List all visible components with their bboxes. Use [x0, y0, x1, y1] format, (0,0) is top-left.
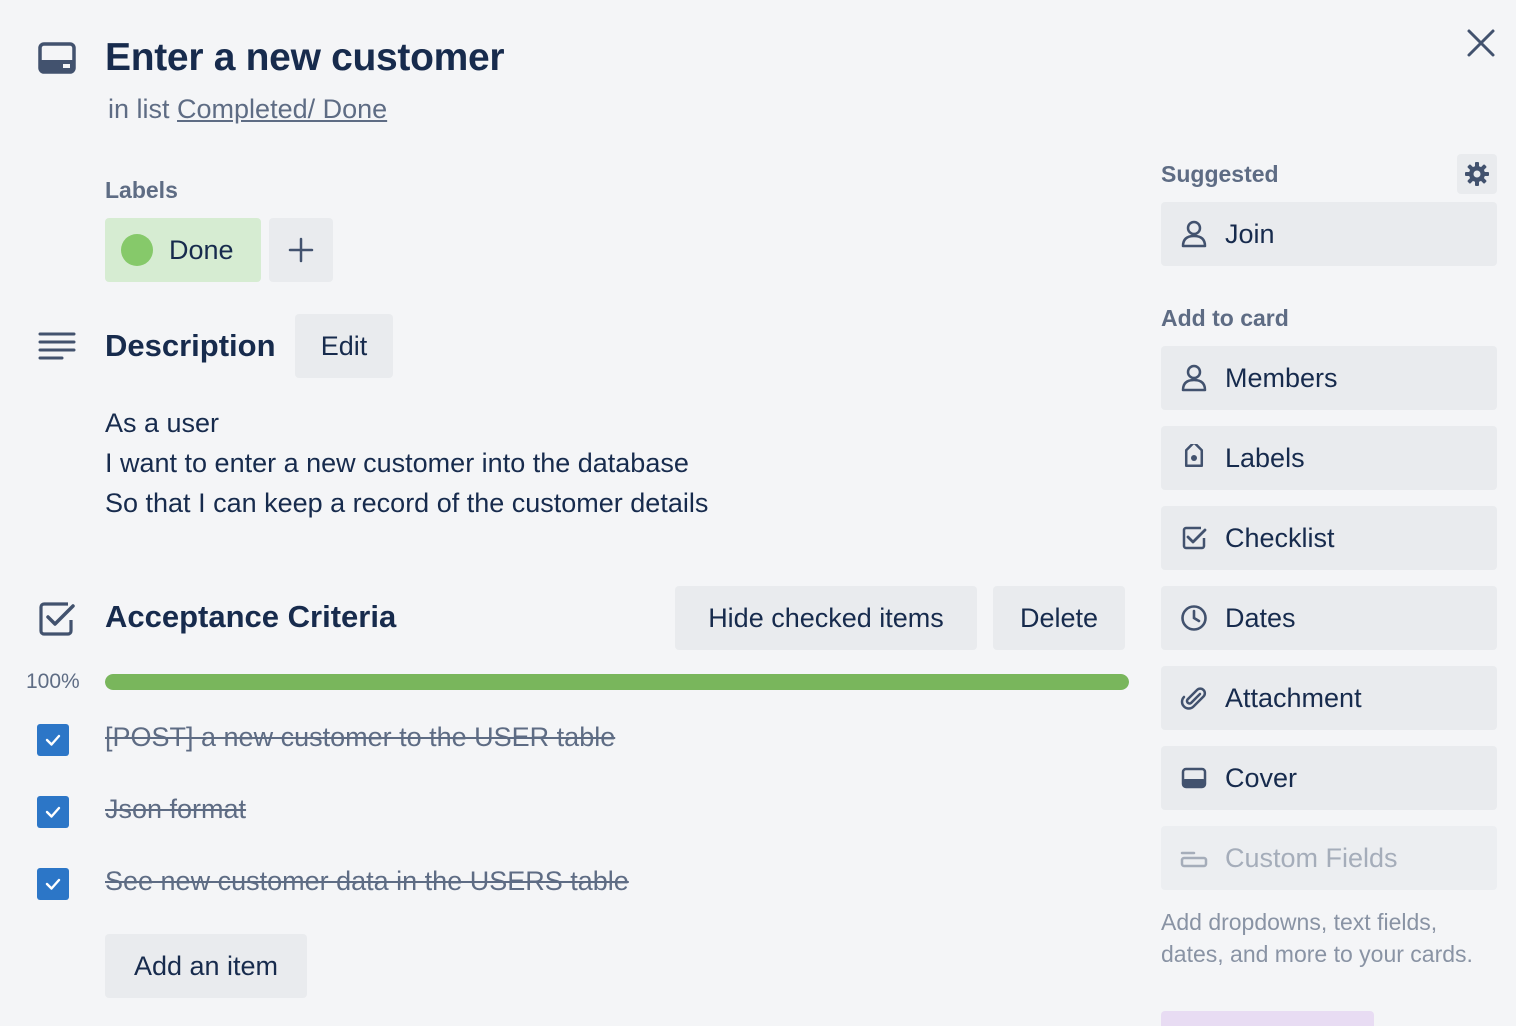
progress-percent: 100% — [26, 670, 80, 693]
dates-label: Dates — [1225, 602, 1296, 633]
label-color-dot — [121, 234, 153, 266]
suggested-settings-button[interactable] — [1457, 154, 1497, 194]
checklist-item-checkbox[interactable] — [37, 724, 69, 756]
progress-fill — [105, 674, 1129, 690]
checkmark-icon — [43, 730, 63, 750]
person-icon — [1179, 363, 1209, 393]
checklist-button[interactable]: Checklist — [1161, 506, 1497, 570]
clock-icon — [1179, 603, 1209, 633]
delete-checklist-button[interactable]: Delete — [993, 586, 1125, 650]
custom-fields-button[interactable]: Custom Fields — [1161, 826, 1497, 890]
edit-description-button[interactable]: Edit — [295, 314, 393, 378]
paperclip-icon — [1179, 683, 1209, 713]
card-icon — [38, 42, 76, 74]
join-button[interactable]: Join — [1161, 202, 1497, 266]
description-line: I want to enter a new customer into the … — [105, 448, 689, 478]
checklist-item-text[interactable]: See new customer data in the USERS table — [105, 866, 629, 897]
custom-fields-icon — [1179, 843, 1209, 873]
close-icon[interactable] — [1462, 24, 1500, 62]
description-line: So that I can keep a record of the custo… — [105, 488, 709, 518]
suggested-heading: Suggested — [1161, 161, 1279, 187]
add-label-button[interactable] — [269, 218, 333, 282]
checklist-title[interactable]: Acceptance Criteria — [105, 599, 396, 635]
add-item-button[interactable]: Add an item — [105, 934, 307, 998]
in-list-prefix: in list — [108, 94, 170, 124]
checklist-item-checkbox[interactable] — [37, 796, 69, 828]
checklist-icon — [1179, 523, 1209, 553]
hide-checked-items-button[interactable]: Hide checked items — [675, 586, 977, 650]
cover-icon — [1179, 763, 1209, 793]
card-title[interactable]: Enter a new customer — [105, 36, 505, 80]
checkmark-icon — [43, 874, 63, 894]
attachment-button[interactable]: Attachment — [1161, 666, 1497, 730]
checklist-icon — [38, 600, 76, 638]
add-to-card-heading: Add to card — [1161, 305, 1289, 331]
labels-heading: Labels — [105, 177, 178, 203]
upgrade-badge[interactable] — [1161, 1011, 1374, 1026]
cover-label: Cover — [1225, 762, 1298, 793]
progress-bar — [105, 674, 1129, 690]
description-heading: Description — [105, 328, 276, 363]
checkmark-icon — [43, 802, 63, 822]
cover-button[interactable]: Cover — [1161, 746, 1497, 810]
members-label: Members — [1225, 362, 1338, 393]
custom-fields-help-text: Add dropdowns, text fields, dates, and m… — [1161, 909, 1473, 967]
checklist-item-text[interactable]: Json format — [105, 794, 246, 825]
checklist-label: Checklist — [1225, 522, 1335, 553]
label-text: Done — [169, 234, 234, 265]
in-list-text: in list Completed/ Done — [108, 94, 387, 125]
checklist-item-checkbox[interactable] — [37, 868, 69, 900]
description-icon — [38, 330, 76, 362]
list-link[interactable]: Completed/ Done — [177, 94, 387, 124]
gear-icon — [1464, 161, 1490, 187]
attachment-label: Attachment — [1225, 682, 1362, 713]
join-label: Join — [1225, 218, 1275, 249]
checklist-item-text[interactable]: [POST] a new customer to the USER table — [105, 722, 615, 753]
description-body[interactable]: As a user I want to enter a new customer… — [105, 403, 708, 523]
label-chip-done[interactable]: Done — [105, 218, 261, 282]
custom-fields-label: Custom Fields — [1225, 842, 1398, 873]
description-line: As a user — [105, 408, 220, 438]
members-button[interactable]: Members — [1161, 346, 1497, 410]
dates-button[interactable]: Dates — [1161, 586, 1497, 650]
person-icon — [1179, 219, 1209, 249]
plus-icon — [287, 236, 315, 264]
labels-label: Labels — [1225, 442, 1305, 473]
tag-icon — [1179, 443, 1209, 473]
labels-button[interactable]: Labels — [1161, 426, 1497, 490]
